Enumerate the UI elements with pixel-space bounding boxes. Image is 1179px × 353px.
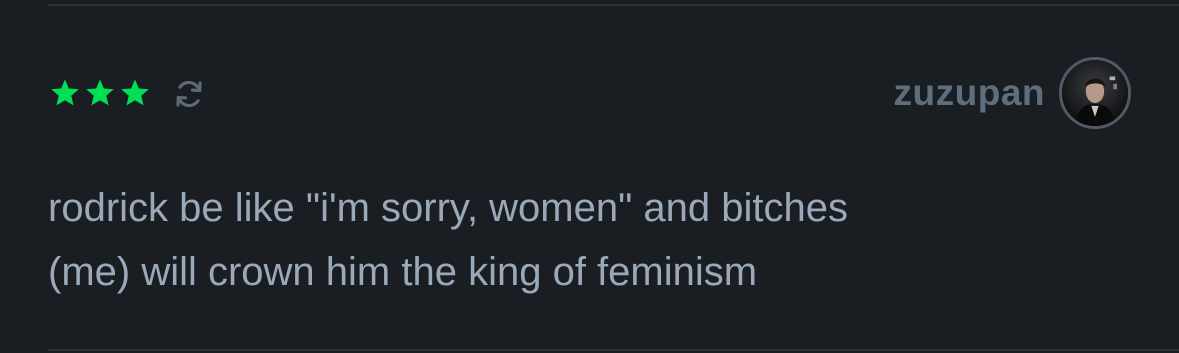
star-rating: [48, 77, 152, 109]
rewatch-icon: [176, 80, 202, 108]
review-text-line: rodrick be like "i'm sorry, women" and b…: [48, 186, 849, 230]
review-header: zuzupan: [48, 55, 1131, 131]
star-icon: [86, 79, 114, 106]
review-card: zuzupan rodrick be like "i'm sorry, wome…: [48, 0, 1131, 353]
review-text-line: (me) will crown him the king of feminism: [48, 250, 758, 294]
star-icon: [51, 79, 79, 106]
username-link[interactable]: zuzupan: [894, 72, 1045, 114]
star-icon: [121, 79, 149, 106]
review-text: rodrick be like "i'm sorry, women" and b…: [48, 176, 1048, 304]
reviewer[interactable]: zuzupan: [894, 55, 1131, 131]
bottom-divider: [48, 349, 1179, 351]
avatar[interactable]: [1059, 57, 1131, 129]
